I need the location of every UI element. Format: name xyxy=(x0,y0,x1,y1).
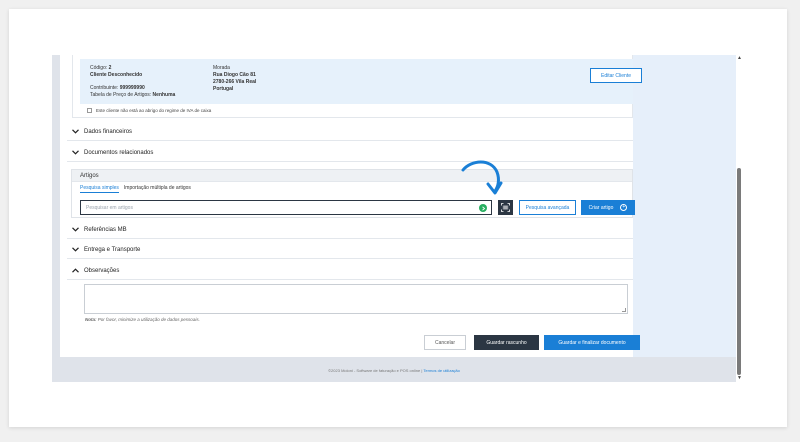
customer-code: Código: 2 xyxy=(90,65,112,71)
right-side-panel xyxy=(633,55,736,357)
tab-multiple-import[interactable]: Importação múltipla de artigos xyxy=(124,185,191,193)
scroll-up-icon[interactable]: ▲ xyxy=(737,55,742,61)
customer-taxpayer: Contribuinte: 999999990 xyxy=(90,85,145,91)
curved-arrow-icon xyxy=(461,160,503,195)
customer-price-table: Tabela de Preço de Artigos: Nenhuma xyxy=(90,92,176,98)
section-financial-data[interactable]: Dados financeiros xyxy=(67,123,633,141)
observations-textarea[interactable] xyxy=(84,284,628,314)
section-mb-references-label: Referências MB xyxy=(84,226,127,233)
article-search-input[interactable]: Pesquisar em artigos xyxy=(80,200,492,215)
edit-customer-button[interactable]: Editar Cliente xyxy=(590,68,642,83)
save-finalize-button[interactable]: Guardar e finalizar documento xyxy=(544,335,640,350)
resize-grip-icon[interactable] xyxy=(622,308,626,312)
barcode-scan-button[interactable] xyxy=(498,200,513,215)
chevron-down-icon xyxy=(72,129,80,134)
vat-cash-regime-checkbox[interactable] xyxy=(87,108,92,113)
search-arrow-icon[interactable] xyxy=(479,204,487,212)
scroll-down-icon[interactable]: ▼ xyxy=(737,375,742,381)
address-line-1: Rua Diogo Cão 81 xyxy=(213,72,256,78)
customer-name: Cliente Desconhecido xyxy=(90,72,143,78)
section-related-documents[interactable]: Documentos relacionados xyxy=(67,144,633,162)
section-observations[interactable]: Observações xyxy=(67,262,633,280)
page-footer: ©2023 Moloni - Software de faturação e P… xyxy=(52,368,736,373)
articles-title: Artigos xyxy=(72,170,632,182)
articles-tabs: Pesquisa simples Importação múltipla de … xyxy=(80,185,196,193)
address-line-2: 2780-266 Vila Real xyxy=(213,79,257,85)
save-draft-button[interactable]: Guardar rascunho xyxy=(474,335,539,350)
cancel-button[interactable]: Cancelar xyxy=(424,335,466,350)
app-viewport: Código: 2 Cliente Desconhecido Contribui… xyxy=(52,55,736,382)
chevron-down-icon xyxy=(72,150,80,155)
section-mb-references[interactable]: Referências MB xyxy=(67,221,633,239)
scroll-thumb[interactable] xyxy=(737,168,741,375)
section-observations-label: Observações xyxy=(84,267,120,274)
terms-link[interactable]: Termos de utilização xyxy=(423,368,459,373)
address-line-3: Portugal xyxy=(213,86,234,92)
section-delivery-label: Entrega e Transporte xyxy=(84,246,141,253)
section-related-documents-label: Documentos relacionados xyxy=(84,149,154,156)
plus-circle-icon: + xyxy=(620,204,628,211)
observations-note: Nota: Por favor, minimize a utilização d… xyxy=(85,317,200,322)
advanced-search-button[interactable]: Pesquisa avançada xyxy=(519,200,576,215)
articles-panel: Artigos Pesquisa simples Importação múlt… xyxy=(71,169,635,218)
create-article-button[interactable]: Criar artigo + xyxy=(581,200,635,215)
article-search-placeholder: Pesquisar em artigos xyxy=(86,204,133,211)
vertical-scrollbar[interactable]: ▲ ▼ xyxy=(736,55,742,382)
footer-copyright: ©2023 Moloni - Software de faturação e P… xyxy=(328,368,423,373)
barcode-scan-icon xyxy=(501,203,510,212)
create-article-label: Criar artigo xyxy=(588,204,614,211)
chevron-up-icon xyxy=(72,268,80,273)
document-form: Código: 2 Cliente Desconhecido Contribui… xyxy=(60,55,642,357)
address-label: Morada xyxy=(213,65,230,71)
tab-simple-search[interactable]: Pesquisa simples xyxy=(80,185,119,193)
vat-cash-regime-row[interactable]: Este cliente não está ao abrigo do regim… xyxy=(87,108,211,113)
chevron-down-icon xyxy=(72,227,80,232)
chevron-down-icon xyxy=(72,247,80,252)
vat-cash-regime-label: Este cliente não está ao abrigo do regim… xyxy=(96,108,212,113)
section-financial-label: Dados financeiros xyxy=(84,128,133,135)
section-delivery-transport[interactable]: Entrega e Transporte xyxy=(67,241,633,259)
customer-details: Código: 2 Cliente Desconhecido Contribui… xyxy=(80,59,642,104)
customer-card: Código: 2 Cliente Desconhecido Contribui… xyxy=(72,55,642,118)
